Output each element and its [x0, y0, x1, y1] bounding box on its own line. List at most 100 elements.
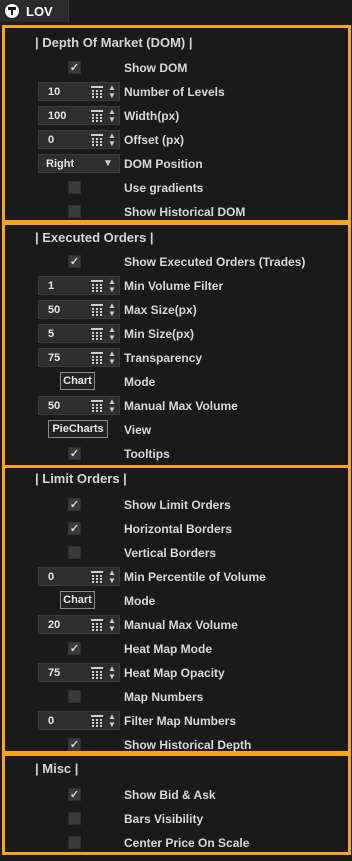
arrow-down-icon[interactable]: ▼ — [106, 334, 118, 342]
min-size-label: Min Size(px) — [124, 327, 195, 341]
view-label: View — [124, 423, 152, 437]
arrow-down-icon[interactable]: ▼ — [106, 92, 118, 100]
section-title: | Depth Of Market (DOM) | — [35, 35, 193, 50]
limit-mode-label: Mode — [124, 594, 156, 608]
row-executed-mode: Chart Mode — [5, 372, 348, 392]
map-numbers-checkbox[interactable] — [68, 690, 81, 703]
filter-map-numbers-input[interactable]: 0 ▲ ▼ — [38, 711, 120, 730]
calculator-icon[interactable] — [91, 328, 103, 340]
limit-manual-max-input[interactable]: 20 ▲ ▼ — [38, 615, 120, 634]
tooltips-checkbox[interactable]: ✓ — [68, 447, 81, 460]
indicator-tab[interactable]: LOV — [0, 0, 69, 22]
spinner[interactable]: ▲ ▼ — [106, 569, 118, 585]
historical-dom-label: Show Historical DOM — [124, 205, 246, 219]
limit-manual-max-label: Manual Max Volume — [124, 618, 238, 632]
spinner[interactable]: ▲ ▼ — [106, 326, 118, 342]
spinner[interactable]: ▲ ▼ — [106, 108, 118, 124]
offset-input[interactable]: 0 ▲ ▼ — [38, 130, 120, 149]
calculator-icon[interactable] — [91, 400, 103, 412]
dom-position-select[interactable]: Right ▼ — [38, 154, 120, 173]
row-heatmap-mode: ✓ Heat Map Mode — [5, 639, 348, 659]
row-map-numbers: Map Numbers — [5, 687, 348, 707]
calculator-icon[interactable] — [91, 134, 103, 146]
logo-icon — [5, 4, 19, 18]
spinner[interactable]: ▲ ▼ — [106, 665, 118, 681]
show-executed-checkbox[interactable]: ✓ — [68, 255, 81, 268]
width-label: Width(px) — [124, 109, 180, 123]
calculator-icon[interactable] — [91, 304, 103, 316]
arrow-down-icon[interactable]: ▼ — [106, 673, 118, 681]
width-input[interactable]: 100 ▲ ▼ — [38, 106, 120, 125]
spinner[interactable]: ▲ ▼ — [106, 350, 118, 366]
bid-ask-checkbox[interactable]: ✓ — [68, 788, 81, 801]
row-center-price: Center Price On Scale — [5, 833, 348, 853]
arrow-down-icon[interactable]: ▼ — [106, 140, 118, 148]
show-executed-label: Show Executed Orders (Trades) — [124, 255, 306, 269]
row-transparency: 75 ▲ ▼ Transparency — [5, 348, 348, 368]
vertical-borders-checkbox[interactable] — [68, 546, 81, 559]
spinner[interactable]: ▲ ▼ — [106, 398, 118, 414]
calculator-icon[interactable] — [91, 619, 103, 631]
row-width: 100 ▲ ▼ Width(px) — [5, 106, 348, 126]
bid-ask-label: Show Bid & Ask — [124, 788, 216, 802]
heatmap-opacity-input[interactable]: 75 ▲ ▼ — [38, 663, 120, 682]
transparency-label: Transparency — [124, 351, 203, 365]
show-limit-label: Show Limit Orders — [124, 498, 231, 512]
section-title: | Misc | — [35, 761, 79, 776]
executed-manual-max-input[interactable]: 50 ▲ ▼ — [38, 396, 120, 415]
row-show-limit: ✓ Show Limit Orders — [5, 495, 348, 515]
arrow-down-icon[interactable]: ▼ — [106, 406, 118, 414]
calculator-icon[interactable] — [91, 352, 103, 364]
levels-input[interactable]: 10 ▲ ▼ — [38, 82, 120, 101]
horizontal-borders-checkbox[interactable]: ✓ — [68, 522, 81, 535]
arrow-down-icon[interactable]: ▼ — [106, 358, 118, 366]
min-size-input[interactable]: 5 ▲ ▼ — [38, 324, 120, 343]
row-horizontal-borders: ✓ Horizontal Borders — [5, 519, 348, 539]
spinner[interactable]: ▲ ▼ — [106, 302, 118, 318]
executed-manual-max-label: Manual Max Volume — [124, 399, 238, 413]
executed-mode-button[interactable]: Chart — [60, 372, 95, 390]
calculator-icon[interactable] — [91, 667, 103, 679]
executed-mode-label: Mode — [124, 375, 156, 389]
arrow-down-icon[interactable]: ▼ — [106, 116, 118, 124]
max-size-input[interactable]: 50 ▲ ▼ — [38, 300, 120, 319]
panel-header: LOV — [0, 0, 352, 22]
spinner[interactable]: ▲ ▼ — [106, 278, 118, 294]
limit-mode-button[interactable]: Chart — [60, 591, 95, 609]
show-limit-checkbox[interactable]: ✓ — [68, 498, 81, 511]
section-title: | Limit Orders | — [35, 471, 127, 486]
calculator-icon[interactable] — [91, 86, 103, 98]
historical-dom-checkbox[interactable] — [68, 205, 81, 218]
gradients-checkbox[interactable] — [68, 181, 81, 194]
bars-visibility-checkbox[interactable] — [68, 812, 81, 825]
heatmap-mode-checkbox[interactable]: ✓ — [68, 642, 81, 655]
levels-label: Number of Levels — [124, 85, 225, 99]
filter-map-numbers-label: Filter Map Numbers — [124, 714, 237, 728]
row-dom-position: Right ▼ DOM Position — [5, 154, 348, 174]
arrow-down-icon[interactable]: ▼ — [106, 286, 118, 294]
calculator-icon[interactable] — [91, 715, 103, 727]
arrow-down-icon[interactable]: ▼ — [106, 721, 118, 729]
spinner[interactable]: ▲ ▼ — [106, 617, 118, 633]
arrow-down-icon[interactable]: ▼ — [106, 310, 118, 318]
spinner[interactable]: ▲ ▼ — [106, 84, 118, 100]
row-view: PieCharts View — [5, 420, 348, 440]
show-dom-checkbox[interactable]: ✓ — [68, 61, 81, 74]
calculator-icon[interactable] — [91, 280, 103, 292]
center-price-checkbox[interactable] — [68, 836, 81, 849]
min-volume-input[interactable]: 1 ▲ ▼ — [38, 276, 120, 295]
row-min-size: 5 ▲ ▼ Min Size(px) — [5, 324, 348, 344]
view-button[interactable]: PieCharts — [48, 420, 108, 438]
arrow-down-icon[interactable]: ▼ — [106, 577, 118, 585]
row-min-volume: 1 ▲ ▼ Min Volume Filter — [5, 276, 348, 296]
spinner[interactable]: ▲ ▼ — [106, 713, 118, 729]
transparency-input[interactable]: 75 ▲ ▼ — [38, 348, 120, 367]
calculator-icon[interactable] — [91, 110, 103, 122]
spinner[interactable]: ▲ ▼ — [106, 132, 118, 148]
arrow-down-icon[interactable]: ▼ — [106, 625, 118, 633]
min-percentile-input[interactable]: 0 ▲ ▼ — [38, 567, 120, 586]
section-executed-orders: | Executed Orders | ✓ Show Executed Orde… — [2, 222, 351, 468]
historical-depth-checkbox[interactable]: ✓ — [68, 738, 81, 751]
calculator-icon[interactable] — [91, 571, 103, 583]
row-executed-manual-max: 50 ▲ ▼ Manual Max Volume — [5, 396, 348, 416]
